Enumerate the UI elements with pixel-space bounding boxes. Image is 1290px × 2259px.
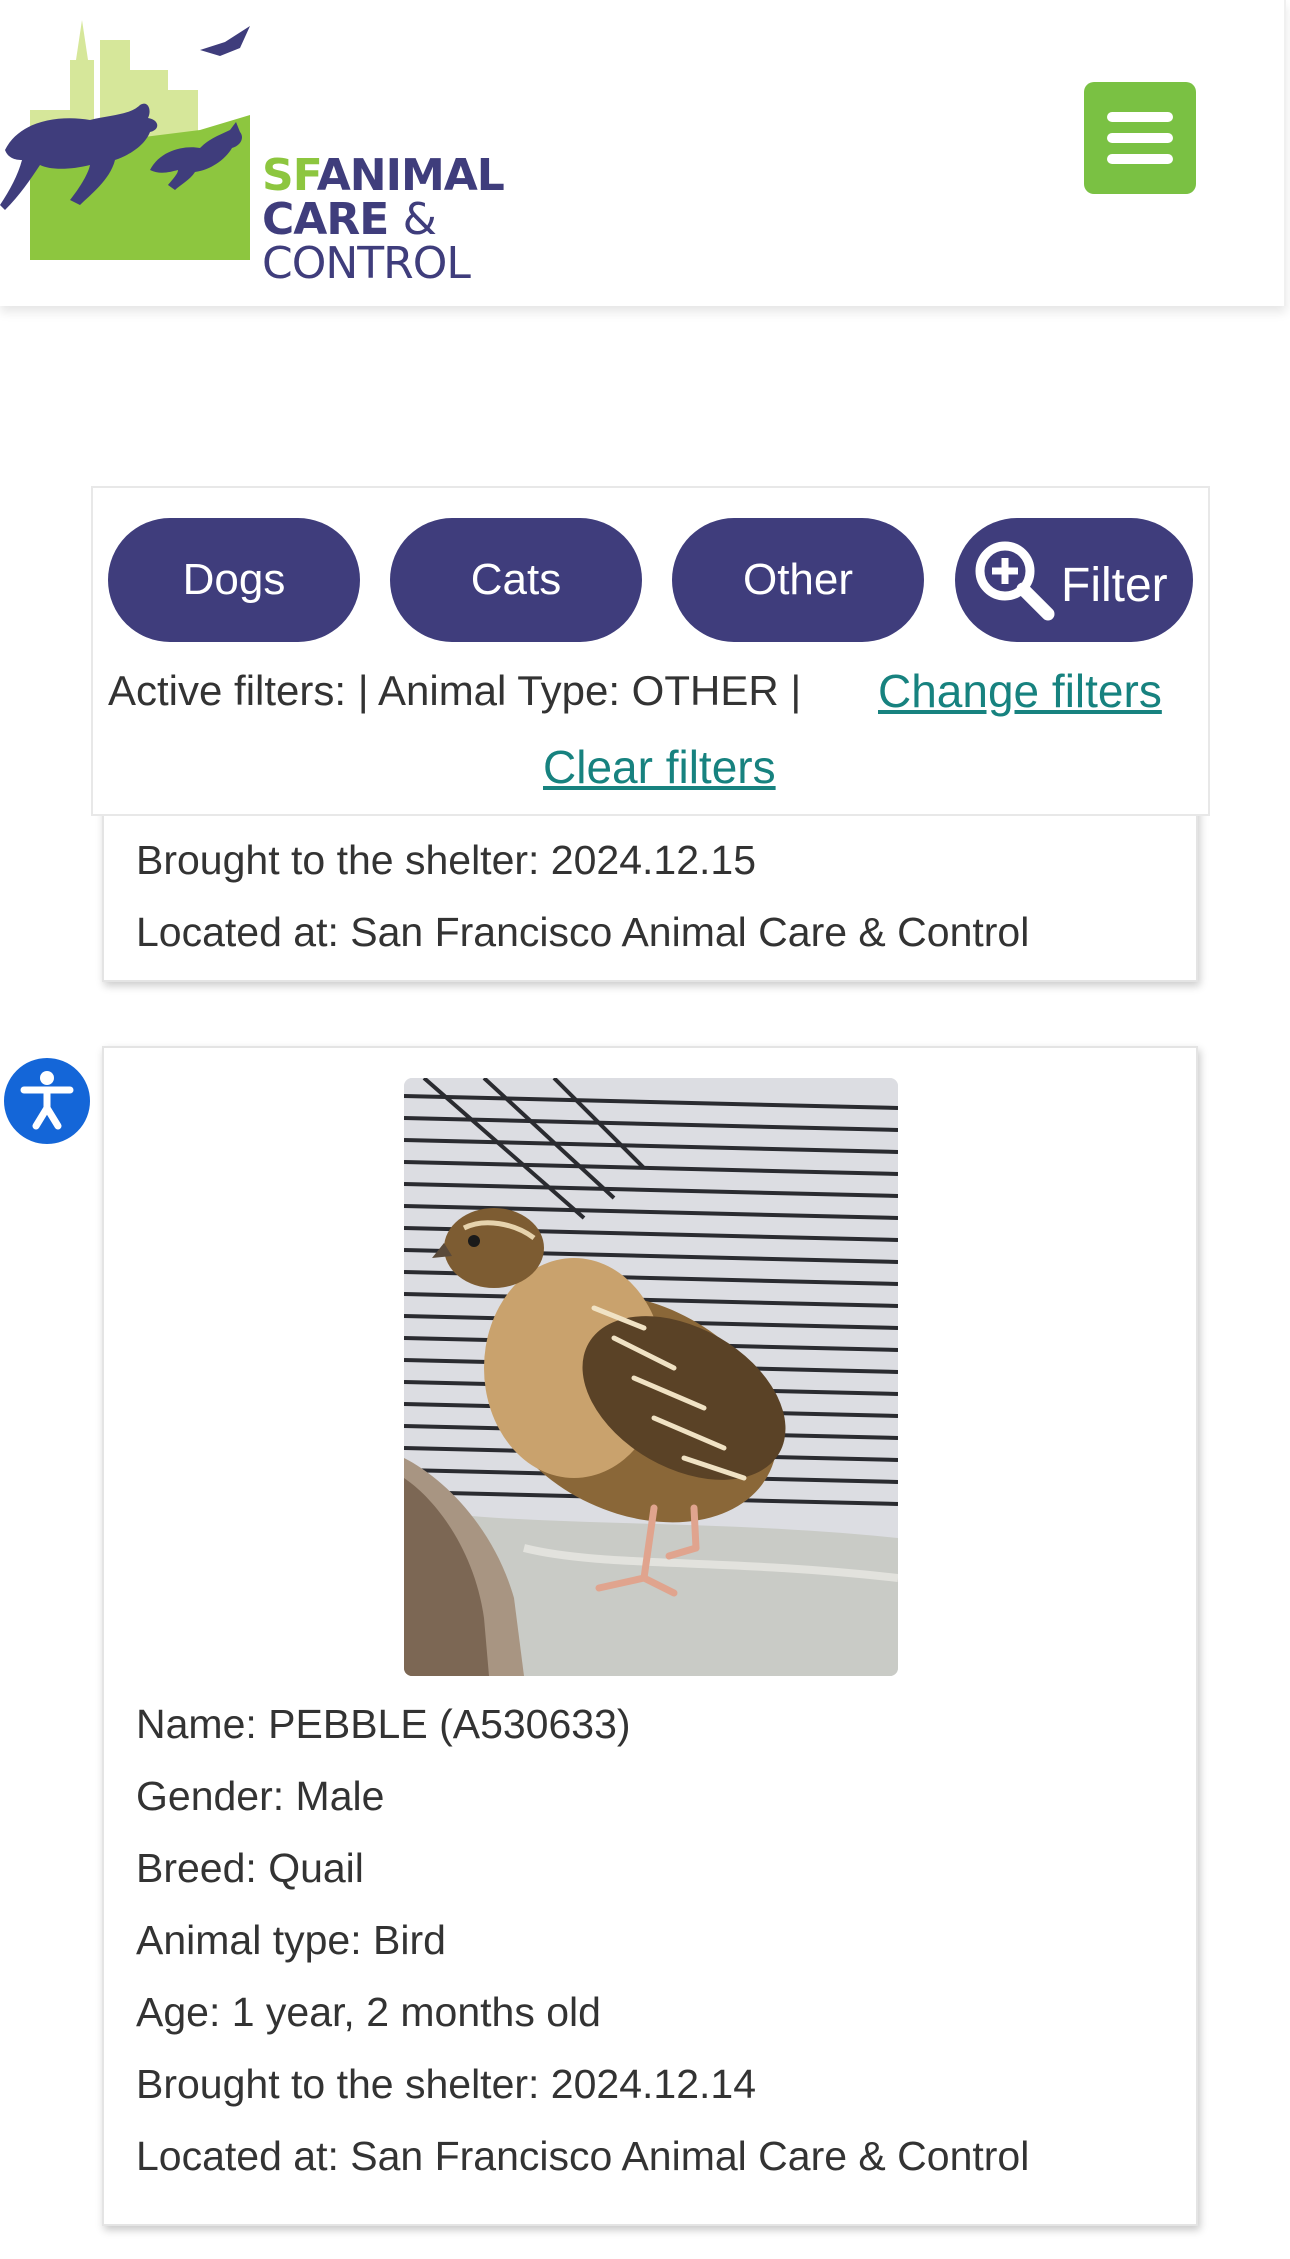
active-filters-text: Active filters: | Animal Type: OTHER | <box>108 667 802 714</box>
animal-card[interactable]: Name: PEBBLE (A530633) Gender: Male Bree… <box>102 1046 1198 2226</box>
previous-location: Located at: San Francisco Animal Care & … <box>136 909 1030 955</box>
cats-button[interactable]: Cats <box>390 518 642 642</box>
zoom-in-icon <box>975 541 1055 621</box>
accessibility-icon <box>20 1071 74 1130</box>
filter-button[interactable]: Filter <box>955 518 1193 642</box>
filter-panel: Dogs Cats Other Filter Active filters: |… <box>91 486 1210 816</box>
sf-acc-logo[interactable]: SFANIMAL CARE & CONTROL <box>0 20 520 286</box>
filter-button-label: Filter <box>1061 558 1168 612</box>
clear-filters-link[interactable]: Clear filters <box>543 740 776 794</box>
quail-photo <box>404 1078 898 1676</box>
change-filters-link[interactable]: Change filters <box>878 664 1162 718</box>
other-button[interactable]: Other <box>672 518 924 642</box>
animal-gender: Gender: Male <box>136 1773 385 1819</box>
hamburger-line <box>1107 133 1173 143</box>
logo-control: CONTROL <box>262 238 471 289</box>
dogs-button[interactable]: Dogs <box>108 518 360 642</box>
site-header: SFANIMAL CARE & CONTROL <box>0 0 1286 306</box>
animal-breed: Breed: Quail <box>136 1845 364 1891</box>
animal-type: Animal type: Bird <box>136 1917 446 1963</box>
hamburger-menu-button[interactable] <box>1084 82 1196 194</box>
animal-photo[interactable] <box>404 1078 898 1676</box>
animal-brought-date: Brought to the shelter: 2024.12.14 <box>136 2061 757 2107</box>
hamburger-menu-icon <box>1107 112 1173 122</box>
animal-location: Located at: San Francisco Animal Care & … <box>136 2133 1030 2179</box>
animal-name: Name: PEBBLE (A530633) <box>136 1701 631 1747</box>
accessibility-button[interactable] <box>0 1054 94 1148</box>
animal-age: Age: 1 year, 2 months old <box>136 1989 601 2035</box>
hamburger-line <box>1107 154 1173 164</box>
previous-brought-date: Brought to the shelter: 2024.12.15 <box>136 837 757 883</box>
logo-wordmark: SFANIMAL CARE & CONTROL <box>262 154 505 289</box>
